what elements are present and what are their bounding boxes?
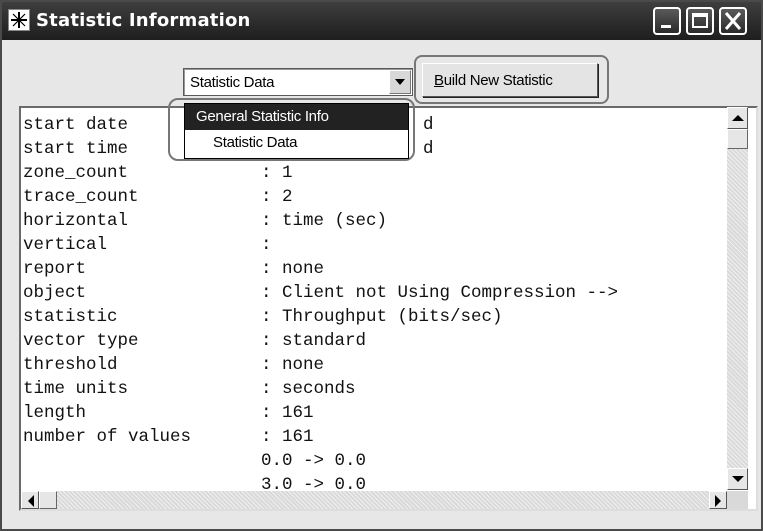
row-key: start time bbox=[23, 139, 129, 159]
horizontal-scroll-thumb[interactable] bbox=[39, 491, 57, 509]
row-value: : bbox=[261, 235, 272, 255]
dropdown-option-general-statistic-info[interactable]: General Statistic Info bbox=[185, 104, 408, 130]
row-key: statistic bbox=[23, 307, 118, 327]
content-row: threshold : none bbox=[23, 353, 733, 377]
content-row: statistic : Throughput (bits/sec) bbox=[23, 305, 733, 329]
row-value: d bbox=[423, 115, 434, 135]
minimize-button[interactable] bbox=[653, 7, 681, 35]
row-key: time units bbox=[23, 379, 129, 399]
statistic-content: start date d start time d zone_count: 1 trace… bbox=[23, 113, 733, 493]
arrow-up-icon bbox=[732, 115, 744, 121]
content-row: time units : seconds bbox=[23, 377, 733, 401]
arrow-right-icon bbox=[715, 495, 721, 507]
app-icon[interactable] bbox=[8, 9, 30, 31]
row-key: report bbox=[23, 259, 87, 279]
row-value: : standard bbox=[261, 331, 367, 351]
build-label-rest: uild New Statistic bbox=[443, 72, 553, 89]
content-row: report : none bbox=[23, 257, 733, 281]
scroll-up-button[interactable] bbox=[727, 107, 748, 129]
scroll-down-button[interactable] bbox=[727, 468, 748, 490]
content-row: vector type : standard bbox=[23, 329, 733, 353]
content-row: horizontal : time (sec) bbox=[23, 209, 733, 233]
build-new-statistic-button[interactable]: Build New Statistic bbox=[422, 63, 598, 97]
close-button[interactable] bbox=[719, 7, 747, 35]
vertical-scroll-thumb[interactable] bbox=[727, 129, 748, 149]
row-value: : 161 bbox=[261, 403, 314, 423]
vertical-scrollbar[interactable] bbox=[727, 107, 748, 490]
row-value: 3.0 -> 0.0 bbox=[261, 475, 367, 493]
row-value: d bbox=[423, 139, 434, 159]
select-value: Statistic Data bbox=[190, 74, 275, 91]
scrollbar-corner bbox=[727, 491, 748, 509]
statistic-text-area[interactable]: start date d start time d zone_count: 1 trace… bbox=[19, 106, 758, 511]
title-bar[interactable]: Statistic Information bbox=[2, 2, 761, 40]
arrow-down-icon bbox=[732, 476, 744, 482]
row-value: : none bbox=[261, 355, 325, 375]
row-value: : 1 bbox=[261, 163, 293, 183]
row-value: 0.0 -> 0.0 bbox=[261, 451, 367, 471]
build-button-label: Build New Statistic bbox=[434, 72, 553, 89]
chevron-down-icon bbox=[395, 79, 405, 85]
dropdown-option-statistic-data[interactable]: Statistic Data bbox=[185, 130, 408, 156]
scroll-right-button[interactable] bbox=[709, 491, 727, 509]
row-key: number of values bbox=[23, 427, 192, 447]
dropdown-arrow-button[interactable] bbox=[389, 70, 411, 94]
dropdown-list[interactable]: General Statistic Info Statistic Data bbox=[184, 103, 409, 159]
row-value: : 2 bbox=[261, 187, 293, 207]
content-row: 0.0 -> 0.0 bbox=[23, 449, 733, 473]
maximize-icon bbox=[692, 13, 708, 28]
row-key: length bbox=[23, 403, 87, 423]
build-label-mnemonic: B bbox=[434, 72, 444, 89]
content-row: trace_count : 2 bbox=[23, 185, 733, 209]
row-key: horizontal bbox=[23, 211, 129, 231]
row-value: : seconds bbox=[261, 379, 356, 399]
row-value: : 161 bbox=[261, 427, 314, 447]
content-row: length : 161 bbox=[23, 401, 733, 425]
close-icon bbox=[724, 12, 742, 30]
row-value: : Throughput (bits/sec) bbox=[261, 307, 503, 327]
window-title: Statistic Information bbox=[36, 10, 251, 31]
horizontal-scrollbar[interactable] bbox=[21, 491, 727, 509]
statistic-information-window: Statistic Information Statistic Data Bui… bbox=[0, 0, 763, 531]
row-value: : time (sec) bbox=[261, 211, 388, 231]
arrow-left-icon bbox=[28, 495, 34, 507]
row-key: threshold bbox=[23, 355, 118, 375]
maximize-button[interactable] bbox=[686, 7, 714, 35]
minimize-icon bbox=[661, 25, 671, 28]
content-row: zone_count : 1 bbox=[23, 161, 733, 185]
content-row: 3.0 -> 0.0 bbox=[23, 473, 733, 493]
row-key: start date bbox=[23, 115, 129, 135]
statistic-type-select[interactable]: Statistic Data bbox=[183, 68, 413, 96]
scroll-left-button[interactable] bbox=[21, 491, 39, 509]
row-key: vector type bbox=[23, 331, 139, 351]
row-value: : none bbox=[261, 259, 325, 279]
row-value: : Client not Using Compression --> bbox=[261, 283, 619, 303]
content-row: object : Client not Using Compression --> bbox=[23, 281, 733, 305]
content-row: vertical: bbox=[23, 233, 733, 257]
row-key: zone_count bbox=[23, 163, 129, 183]
row-key: object bbox=[23, 283, 87, 303]
row-key: vertical bbox=[23, 235, 108, 255]
row-key: trace_count bbox=[23, 187, 139, 207]
content-row: number of values : 161 bbox=[23, 425, 733, 449]
